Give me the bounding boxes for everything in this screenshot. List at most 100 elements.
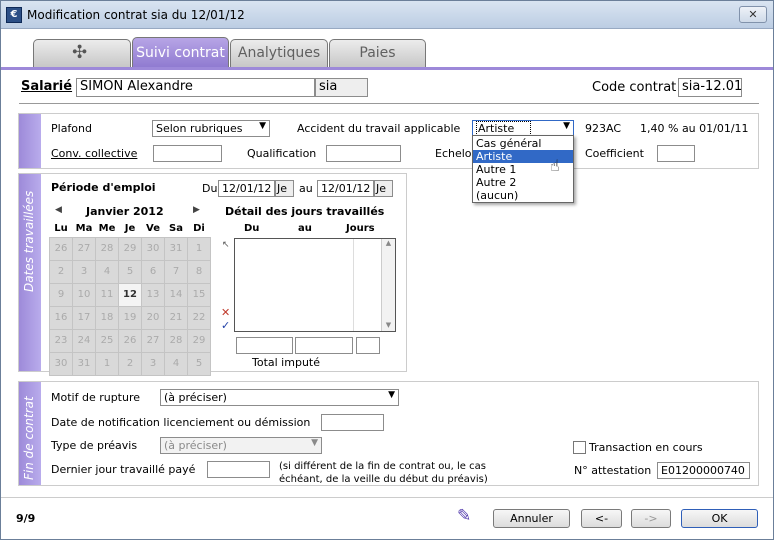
- motif-select[interactable]: (à préciser) ▼: [160, 389, 399, 406]
- calendar-day[interactable]: 8: [188, 261, 210, 283]
- calendar-day[interactable]: 3: [73, 261, 95, 283]
- calendar-day[interactable]: 4: [165, 353, 187, 375]
- ok-button[interactable]: OK: [681, 509, 758, 528]
- du-label: Du: [202, 182, 218, 195]
- calendar-day[interactable]: 15: [188, 284, 210, 306]
- accident-code: 923AC: [585, 122, 622, 135]
- option-aucun[interactable]: (aucun): [473, 189, 573, 202]
- calendar-day[interactable]: 5: [119, 261, 141, 283]
- coefficient-field[interactable]: [657, 145, 695, 162]
- calendar-day[interactable]: 24: [73, 330, 95, 352]
- next-month-button[interactable]: ▶: [193, 205, 200, 215]
- calendar-day[interactable]: 30: [50, 353, 72, 375]
- calendar-day[interactable]: 18: [96, 307, 118, 329]
- delete-icon[interactable]: ✕: [221, 306, 230, 319]
- calendar-day[interactable]: 30: [142, 238, 164, 260]
- preavis-select: (à préciser) ▼: [160, 437, 322, 454]
- preavis-value: (à préciser): [164, 439, 227, 452]
- detail-scrollbar[interactable]: ▲ ▼: [381, 239, 395, 331]
- calendar-day[interactable]: 20: [142, 307, 164, 329]
- transaction-checkbox[interactable]: [573, 441, 586, 454]
- notification-label: Date de notification licenciement ou dém…: [51, 416, 311, 429]
- calendar-day[interactable]: 29: [188, 330, 210, 352]
- weekday-header: Ve: [146, 223, 160, 234]
- calendar-day[interactable]: 28: [96, 238, 118, 260]
- calendar-day[interactable]: 13: [142, 284, 164, 306]
- calendar-day[interactable]: 14: [165, 284, 187, 306]
- calendar-day-selected[interactable]: 12: [119, 284, 141, 306]
- notification-date-field[interactable]: [321, 414, 384, 431]
- calendar-day[interactable]: 7: [165, 261, 187, 283]
- general-side-band: [19, 114, 41, 168]
- prev-button[interactable]: <-: [581, 509, 622, 528]
- annuler-button[interactable]: Annuler: [493, 509, 570, 528]
- calendar-day[interactable]: 2: [50, 261, 72, 283]
- calendar-day[interactable]: 6: [142, 261, 164, 283]
- calendar-day[interactable]: 9: [50, 284, 72, 306]
- calendar-day[interactable]: 16: [50, 307, 72, 329]
- calendar-day[interactable]: 26: [50, 238, 72, 260]
- calendar-day[interactable]: 5: [188, 353, 210, 375]
- calendar-day[interactable]: 22: [188, 307, 210, 329]
- au-date-field[interactable]: 12/01/12: [317, 180, 374, 197]
- du-date-field[interactable]: 12/01/12: [218, 180, 275, 197]
- title-bar: € Modification contrat sia du 12/01/12 ✕: [1, 1, 773, 29]
- echelon-label: Echelo: [435, 147, 472, 160]
- calendar-day[interactable]: 11: [96, 284, 118, 306]
- dernier-jour-field[interactable]: [207, 461, 270, 478]
- weekday-header: Lu: [54, 223, 68, 234]
- calendar-day[interactable]: 31: [73, 353, 95, 375]
- calendar-day[interactable]: 1: [188, 238, 210, 260]
- calendar-day[interactable]: 27: [73, 238, 95, 260]
- preavis-label: Type de préavis: [51, 439, 138, 452]
- calendar-day[interactable]: 29: [119, 238, 141, 260]
- calendar-day[interactable]: 2: [119, 353, 141, 375]
- plafond-select[interactable]: Selon rubriques ▼: [152, 120, 270, 137]
- tab-general[interactable]: ✣: [33, 39, 131, 67]
- qualification-field[interactable]: [326, 145, 401, 162]
- calendar-day[interactable]: 31: [165, 238, 187, 260]
- tab-analytiques[interactable]: Analytiques: [230, 39, 328, 67]
- calendar-day[interactable]: 23: [50, 330, 72, 352]
- prev-month-button[interactable]: ◀: [55, 205, 62, 215]
- au-day-field: Je: [374, 180, 393, 197]
- conv-collective-field[interactable]: [153, 145, 222, 162]
- option-cas-general[interactable]: Cas général: [473, 137, 573, 150]
- du-day-field: Je: [275, 180, 294, 197]
- weekday-header: Di: [193, 223, 205, 234]
- close-button[interactable]: ✕: [739, 6, 767, 23]
- calendar-day[interactable]: 4: [96, 261, 118, 283]
- calendar-day[interactable]: 17: [73, 307, 95, 329]
- conv-collective-link[interactable]: Conv. collective: [51, 147, 137, 160]
- col-jours-header: Jours: [346, 223, 375, 234]
- scroll-down-icon[interactable]: ▼: [382, 321, 395, 329]
- calendar-day[interactable]: 28: [165, 330, 187, 352]
- option-autre-2[interactable]: Autre 2: [473, 176, 573, 189]
- tab-bar: ✣ Suivi contrat Analytiques Paies: [1, 29, 773, 69]
- code-contrat-field[interactable]: sia-12.01: [678, 78, 742, 97]
- calendar-day[interactable]: 3: [142, 353, 164, 375]
- transaction-label: Transaction en cours: [589, 441, 703, 454]
- scroll-up-icon[interactable]: ▲: [382, 239, 395, 247]
- detail-title: Détail des jours travaillés: [225, 205, 385, 218]
- main-window: € Modification contrat sia du 12/01/12 ✕…: [0, 0, 774, 540]
- window-title: Modification contrat sia du 12/01/12: [27, 8, 245, 22]
- tab-suivi-contrat[interactable]: Suivi contrat: [132, 37, 229, 69]
- tab-paies[interactable]: Paies: [329, 39, 426, 67]
- weekday-header: Me: [98, 223, 116, 234]
- validate-icon[interactable]: ✓: [221, 319, 230, 332]
- calendar-day[interactable]: 1: [96, 353, 118, 375]
- calendar-day[interactable]: 19: [119, 307, 141, 329]
- calendar-day[interactable]: 26: [119, 330, 141, 352]
- attestation-field[interactable]: E01200000740: [657, 462, 750, 479]
- detail-table[interactable]: ▲ ▼: [234, 238, 396, 332]
- salarie-label[interactable]: Salarié: [21, 79, 72, 94]
- calendar-day[interactable]: 25: [96, 330, 118, 352]
- pencil-icon[interactable]: ✎: [457, 506, 471, 526]
- calendar-day[interactable]: 10: [73, 284, 95, 306]
- code-contrat-label: Code contrat: [592, 80, 677, 95]
- total-label: Total imputé: [252, 356, 320, 369]
- calendar-day[interactable]: 21: [165, 307, 187, 329]
- salarie-name-field[interactable]: SIMON Alexandre: [76, 78, 315, 97]
- calendar-day[interactable]: 27: [142, 330, 164, 352]
